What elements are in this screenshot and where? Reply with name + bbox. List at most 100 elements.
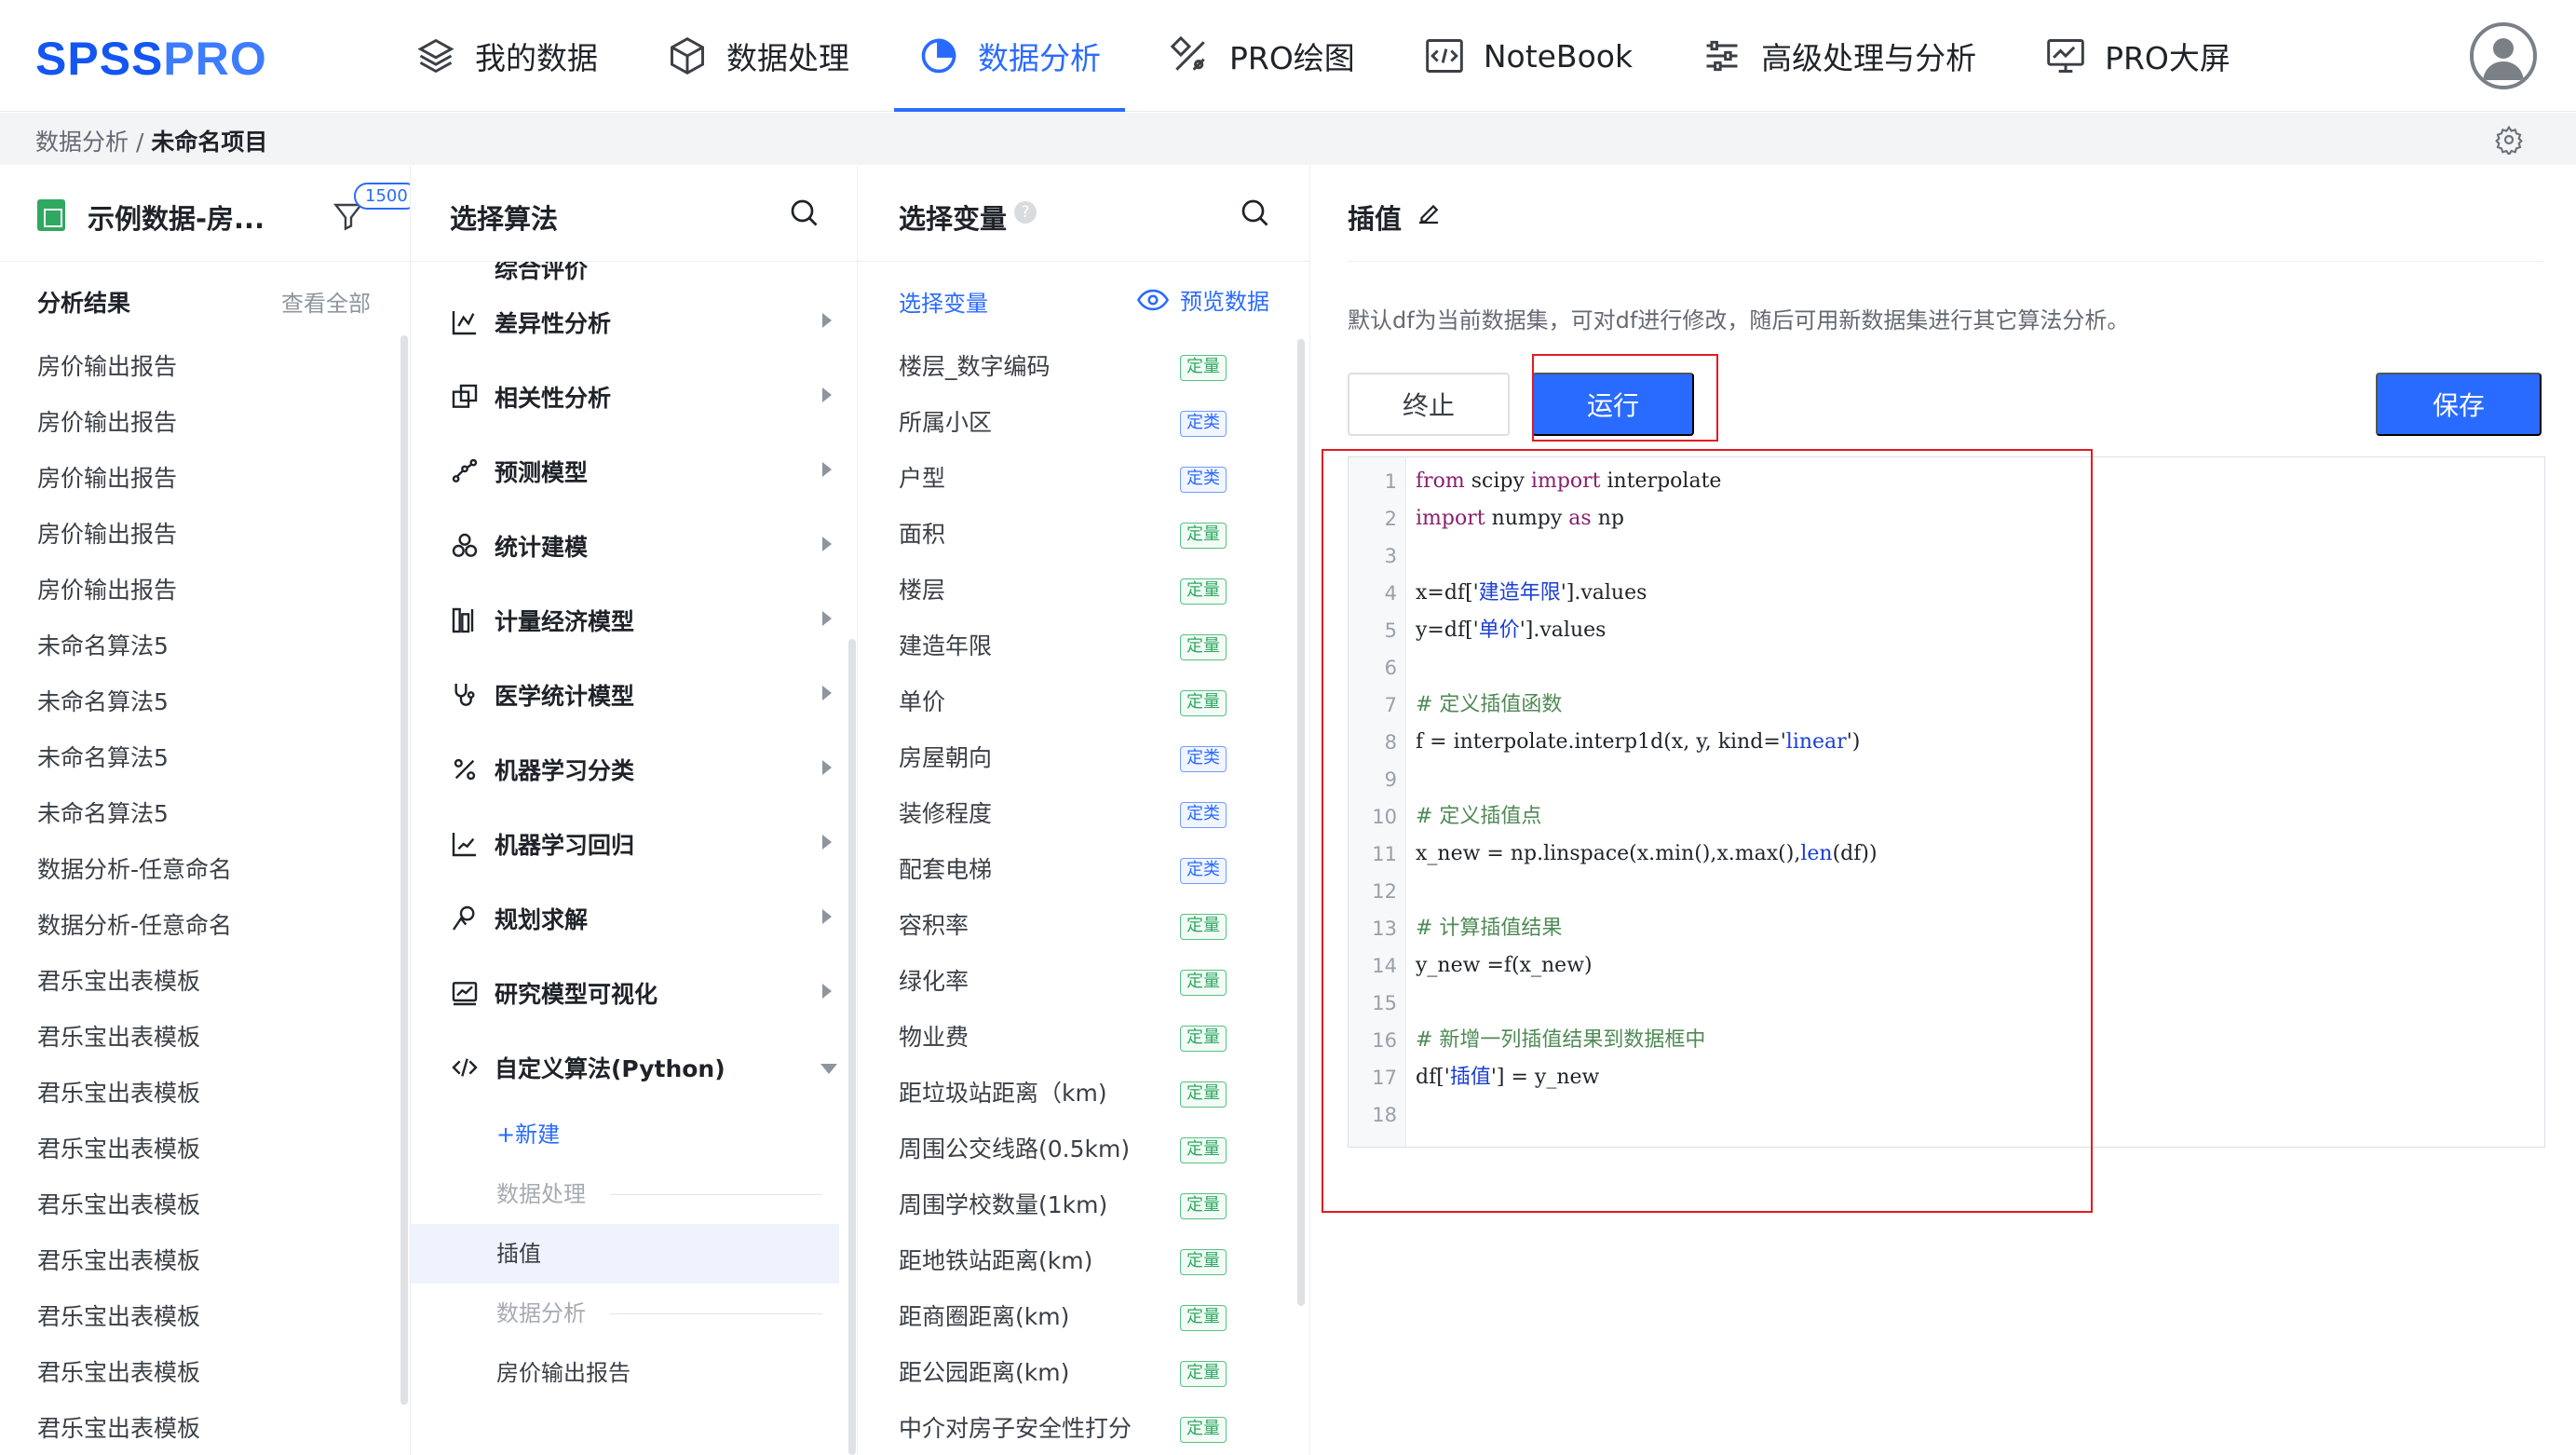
- variable-name: 建造年限: [899, 632, 993, 660]
- custom-algorithm-interpolation[interactable]: 插值: [411, 1224, 839, 1284]
- algorithm-list: 综合评价 差异性分析 相关性分析 预测模型 统计建模 计量经济模型 医学统计模型: [411, 244, 841, 1403]
- result-item[interactable]: 房价输出报告: [37, 401, 232, 456]
- edit-icon[interactable]: [1415, 199, 1443, 227]
- result-item[interactable]: 数据分析-任意命名: [37, 904, 232, 959]
- dataset-title[interactable]: 示例数据-房...: [88, 197, 264, 237]
- result-item[interactable]: 未命名算法5: [37, 624, 232, 680]
- variable-item[interactable]: 户型 定类: [899, 456, 1271, 512]
- variable-item[interactable]: 物业费 定量: [899, 1015, 1271, 1071]
- result-item[interactable]: 君乐宝出表模板: [37, 959, 232, 1015]
- see-all-link[interactable]: 查看全部: [281, 285, 371, 318]
- variable-item[interactable]: 距公园距离(km) 定量: [899, 1351, 1271, 1407]
- result-item[interactable]: 数据分析-任意命名: [37, 848, 232, 904]
- nav-data-processing[interactable]: 数据处理: [643, 0, 874, 112]
- code-window-icon: [1426, 39, 1463, 73]
- variable-item[interactable]: 建造年限 定量: [899, 624, 1271, 680]
- variable-type-tag: 定类: [1180, 411, 1227, 437]
- algorithm-item-econometric[interactable]: 计量经济模型: [450, 583, 841, 658]
- result-item[interactable]: 房价输出报告: [37, 568, 232, 624]
- help-icon[interactable]: ?: [1014, 201, 1037, 224]
- variable-item[interactable]: 装修程度 定类: [899, 792, 1271, 848]
- variable-type-tag: 定量: [1180, 970, 1227, 996]
- nav-pro-dashboard[interactable]: PRO大屏: [2021, 0, 2255, 112]
- variable-item[interactable]: 绿化率 定量: [899, 959, 1271, 1015]
- variable-item[interactable]: 距地铁站距离(km) 定量: [899, 1239, 1271, 1295]
- variable-item[interactable]: 面积 定量: [899, 512, 1271, 568]
- variable-type-tag: 定量: [1180, 1026, 1227, 1052]
- algorithm-item-correlation[interactable]: 相关性分析: [450, 360, 841, 434]
- result-item[interactable]: 君乐宝出表模板: [37, 1239, 232, 1295]
- variable-name: 距地铁站距离(km): [899, 1247, 1093, 1274]
- chevron-right-icon: [822, 984, 832, 999]
- algorithm-item-forecast[interactable]: 预测模型: [450, 434, 841, 509]
- variable-type-tag: 定量: [1180, 1417, 1227, 1443]
- stop-button[interactable]: 终止: [1348, 373, 1510, 436]
- algorithm-item-medical[interactable]: 医学统计模型: [450, 658, 841, 732]
- variable-item[interactable]: 所属小区 定类: [899, 401, 1271, 456]
- variable-scrollbar[interactable]: [1297, 339, 1305, 1306]
- variable-item[interactable]: 距垃圾站距离（km) 定量: [899, 1071, 1271, 1127]
- save-button[interactable]: 保存: [2376, 373, 2542, 436]
- chevron-right-icon: [822, 760, 832, 775]
- variable-item[interactable]: 房屋朝向 定类: [899, 736, 1271, 792]
- algorithm-scrollbar[interactable]: [848, 639, 856, 1455]
- visualization-icon: [452, 982, 478, 1006]
- nav-my-data[interactable]: 我的数据: [391, 0, 622, 112]
- variable-item[interactable]: 周围学校数量(1km) 定量: [899, 1183, 1271, 1239]
- algorithm-item-ml-classification[interactable]: 机器学习分类: [450, 732, 841, 807]
- app-logo[interactable]: SPSSPRO: [35, 32, 267, 86]
- folder-data-analysis[interactable]: 数据分析: [450, 1284, 841, 1343]
- variable-type-tag: 定类: [1180, 746, 1227, 772]
- variable-item[interactable]: 距商圈距离(km) 定量: [899, 1295, 1271, 1351]
- variable-item[interactable]: 中介对房子安全性打分 定量: [899, 1407, 1271, 1455]
- variable-item[interactable]: 楼层_数字编码 定量: [899, 345, 1271, 401]
- result-item[interactable]: 君乐宝出表模板: [37, 1127, 232, 1183]
- forecast-icon: [452, 458, 478, 483]
- variable-item[interactable]: 配套电梯 定类: [899, 848, 1271, 904]
- algorithm-item-ml-regression[interactable]: 机器学习回归: [450, 807, 841, 881]
- algorithm-item-difference[interactable]: 差异性分析: [450, 285, 841, 360]
- variable-type-tag: 定量: [1180, 1305, 1227, 1331]
- nav-label: NoteBook: [1483, 37, 1634, 75]
- algorithm-item-visualization[interactable]: 研究模型可视化: [450, 956, 841, 1030]
- gear-icon[interactable]: [2494, 125, 2524, 155]
- nav-data-analysis[interactable]: 数据分析: [894, 0, 1125, 112]
- chevron-right-icon: [822, 462, 832, 477]
- custom-algorithm-house-price-report[interactable]: 房价输出报告: [450, 1343, 841, 1403]
- nav-pro-drawing[interactable]: PRO绘图: [1146, 0, 1379, 112]
- variable-type-tag: 定类: [1180, 467, 1227, 493]
- algorithm-item-custom-python[interactable]: 自定义算法(Python): [450, 1030, 841, 1105]
- algorithm-item-stat-model[interactable]: 统计建模: [450, 509, 841, 583]
- result-item[interactable]: 未命名算法5: [37, 680, 232, 736]
- algorithm-item-planning[interactable]: 规划求解: [450, 881, 841, 956]
- breadcrumb-parent[interactable]: 数据分析: [35, 129, 129, 156]
- results-scrollbar[interactable]: [400, 335, 408, 1405]
- result-item[interactable]: 君乐宝出表模板: [37, 1351, 232, 1407]
- result-item[interactable]: 房价输出报告: [37, 512, 232, 568]
- variable-item[interactable]: 楼层 定量: [899, 568, 1271, 624]
- result-item[interactable]: 君乐宝出表模板: [37, 1407, 232, 1455]
- breadcrumb-current: 未命名项目: [151, 129, 268, 156]
- folder-data-processing[interactable]: 数据处理: [450, 1164, 841, 1224]
- result-item[interactable]: 君乐宝出表模板: [37, 1295, 232, 1351]
- variable-item[interactable]: 容积率 定量: [899, 904, 1271, 959]
- result-item[interactable]: 君乐宝出表模板: [37, 1015, 232, 1071]
- user-avatar[interactable]: [2470, 22, 2537, 89]
- result-item[interactable]: 未命名算法5: [37, 792, 232, 848]
- result-item[interactable]: 房价输出报告: [37, 456, 232, 512]
- variable-item[interactable]: 周围公交线路(0.5km) 定量: [899, 1127, 1271, 1183]
- result-item[interactable]: 房价输出报告: [37, 345, 232, 401]
- layers-icon: [417, 38, 454, 74]
- variable-item[interactable]: 单价 定量: [899, 680, 1271, 736]
- preview-data-button[interactable]: 预览数据: [1137, 283, 1269, 316]
- result-item[interactable]: 君乐宝出表模板: [37, 1183, 232, 1239]
- nav-advanced-analysis[interactable]: 高级处理与分析: [1677, 0, 2000, 112]
- new-custom-algorithm-button[interactable]: +新建: [450, 1105, 841, 1164]
- planning-icon: [453, 905, 475, 931]
- nav-notebook[interactable]: NoteBook: [1400, 0, 1657, 112]
- user-icon: [2483, 38, 2524, 80]
- search-icon[interactable]: [1238, 196, 1271, 229]
- result-item[interactable]: 未命名算法5: [37, 736, 232, 792]
- result-item[interactable]: 君乐宝出表模板: [37, 1071, 232, 1127]
- search-icon[interactable]: [787, 196, 820, 229]
